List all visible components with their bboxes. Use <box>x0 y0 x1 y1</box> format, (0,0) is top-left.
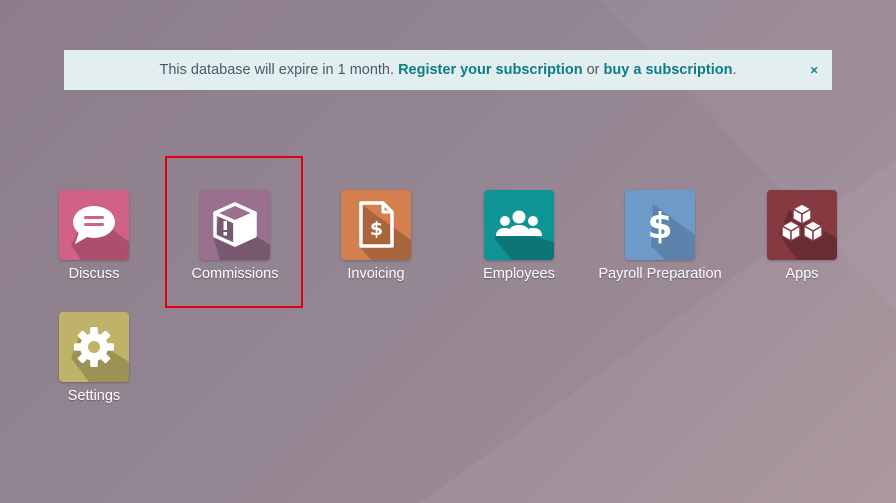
people-group-icon <box>496 210 542 236</box>
database-expiry-banner: This database will expire in 1 month. Re… <box>64 50 832 90</box>
dollar-sign-icon: $ <box>647 206 672 247</box>
commissions-tile[interactable] <box>200 190 270 260</box>
invoicing-tile[interactable]: $ <box>341 190 411 260</box>
app-label: Discuss <box>68 266 120 282</box>
svg-text:$: $ <box>370 218 383 240</box>
gear-icon <box>74 327 114 367</box>
app-label: Payroll Preparation <box>598 266 722 282</box>
app-label: Invoicing <box>347 266 405 282</box>
banner-period: . <box>732 62 737 78</box>
app-label: Employees <box>483 266 555 282</box>
banner-message: This database will expire in 1 month. Re… <box>159 62 736 78</box>
app-label: Commissions <box>191 266 279 282</box>
app-settings[interactable]: Settings <box>24 312 164 404</box>
package-box-icon <box>213 202 257 247</box>
app-label: Apps <box>785 266 819 282</box>
settings-tile[interactable] <box>59 312 129 382</box>
app-invoicing[interactable]: $ Invoicing <box>306 190 446 282</box>
close-banner-button[interactable]: × <box>810 63 818 78</box>
banner-text: This database will expire in 1 month. <box>159 62 395 78</box>
app-commissions[interactable]: Commissions <box>165 190 305 282</box>
chat-bubble-icon <box>73 206 115 244</box>
app-discuss[interactable]: Discuss <box>24 190 164 282</box>
app-label: Settings <box>67 388 121 404</box>
app-employees[interactable]: Employees <box>449 190 589 282</box>
invoice-dollar-icon: $ <box>359 201 394 248</box>
banner-or-text: or <box>586 62 600 78</box>
app-payroll-preparation[interactable]: $ Payroll Preparation <box>590 190 730 282</box>
app-apps[interactable]: Apps <box>732 190 872 282</box>
discuss-tile[interactable] <box>59 190 129 260</box>
buy-subscription-link[interactable]: buy a subscription <box>604 62 733 78</box>
employees-tile[interactable] <box>484 190 554 260</box>
apps-tile[interactable] <box>767 190 837 260</box>
payroll-preparation-tile[interactable]: $ <box>625 190 695 260</box>
cubes-icon <box>781 203 823 242</box>
register-subscription-link[interactable]: Register your subscription <box>398 62 583 78</box>
svg-text:$: $ <box>647 206 672 247</box>
